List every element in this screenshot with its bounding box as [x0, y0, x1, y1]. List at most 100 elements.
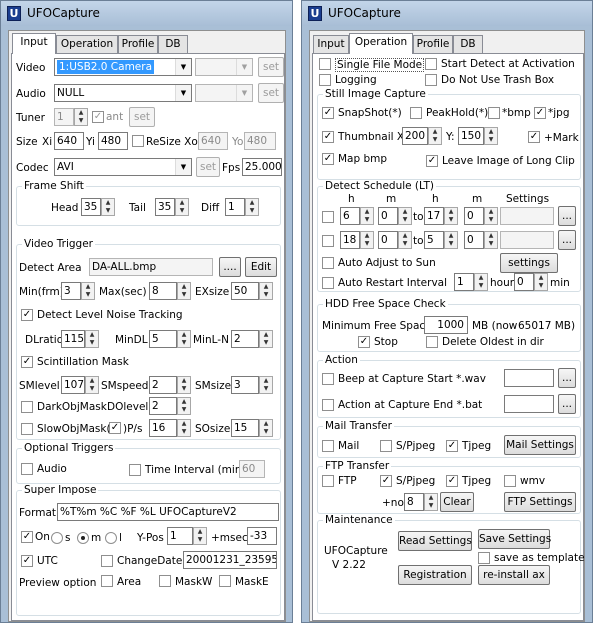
- format-input[interactable]: %T%m %C %F %L UFOCaptureV2: [57, 503, 279, 521]
- ftp-no-spinner[interactable]: ▲ ▼: [424, 493, 438, 511]
- row1-end-min[interactable]: 0: [464, 207, 484, 225]
- restart-min-input[interactable]: 0: [514, 273, 534, 291]
- auto-restart-checkbox[interactable]: [322, 277, 334, 289]
- dlratio-spinner[interactable]: ▲ ▼: [85, 330, 99, 348]
- changedate-checkbox[interactable]: [101, 555, 113, 567]
- smlevel-input[interactable]: 107: [61, 376, 85, 394]
- mail-spjpeg-checkbox[interactable]: [380, 440, 392, 452]
- mapbmp-checkbox[interactable]: ✓: [322, 153, 334, 165]
- row1-start-min[interactable]: 0: [378, 207, 398, 225]
- area-checkbox[interactable]: [101, 575, 113, 587]
- dlratio-input[interactable]: 115: [61, 330, 85, 348]
- row2-start-min[interactable]: 0: [378, 231, 398, 249]
- ftp-spjpeg-checkbox[interactable]: ✓: [380, 475, 392, 487]
- ftp-settings-button[interactable]: FTP Settings: [504, 492, 576, 512]
- read-settings-button[interactable]: Read Settings: [398, 531, 472, 551]
- thumb-x-spinner[interactable]: ▲ ▼: [428, 127, 442, 145]
- beep-checkbox[interactable]: [322, 373, 334, 385]
- ftp-clear-button[interactable]: Clear: [440, 492, 474, 512]
- delete-oldest-checkbox[interactable]: [426, 336, 438, 348]
- smsize-input[interactable]: 3: [231, 376, 259, 394]
- tab-profile[interactable]: Profile: [413, 35, 453, 54]
- row2-end-min[interactable]: 0: [464, 231, 484, 249]
- smsize-spinner[interactable]: ▲ ▼: [259, 376, 273, 394]
- schedule-settings-button[interactable]: settings: [500, 253, 558, 273]
- right-titlebar[interactable]: U UFOCapture: [302, 1, 592, 26]
- diff-spinner[interactable]: ▲ ▼: [245, 198, 259, 216]
- ftp-checkbox[interactable]: [322, 475, 334, 487]
- tail-input[interactable]: 35: [155, 198, 175, 216]
- row2-start-min-spinner[interactable]: ▲ ▼: [398, 231, 412, 249]
- action-end-file-input[interactable]: [504, 395, 554, 413]
- audio-device-select[interactable]: NULL ▼: [54, 84, 192, 102]
- tab-operation[interactable]: Operation: [56, 35, 118, 54]
- codec-select[interactable]: AVI ▼: [54, 158, 192, 176]
- no-trash-checkbox[interactable]: [425, 74, 437, 86]
- mail-settings-button[interactable]: Mail Settings: [504, 435, 576, 455]
- head-input[interactable]: 35: [81, 198, 101, 216]
- darkobj-checkbox[interactable]: [21, 401, 33, 413]
- on-checkbox[interactable]: ✓: [21, 531, 33, 543]
- max-sec-input[interactable]: 8: [149, 282, 177, 300]
- schedule-row2-checkbox[interactable]: [322, 235, 334, 247]
- radio-s[interactable]: [51, 532, 63, 544]
- row1-start-min-spinner[interactable]: ▲ ▼: [398, 207, 412, 225]
- tail-spinner[interactable]: ▲ ▼: [175, 198, 189, 216]
- row1-start-hour[interactable]: 6: [340, 207, 360, 225]
- exsize-spinner[interactable]: ▲ ▼: [259, 282, 273, 300]
- resize-checkbox[interactable]: [132, 135, 144, 147]
- sosize-spinner[interactable]: ▲ ▼: [259, 419, 273, 437]
- row1-end-hour-spinner[interactable]: ▲ ▼: [444, 207, 458, 225]
- tab-input[interactable]: Input: [12, 33, 56, 54]
- utc-checkbox[interactable]: ✓: [21, 555, 33, 567]
- thumb-x-input[interactable]: 200: [402, 127, 428, 145]
- ftp-wmv-checkbox[interactable]: [504, 475, 516, 487]
- max-sec-spinner[interactable]: ▲ ▼: [177, 282, 191, 300]
- restart-min-spinner[interactable]: ▲ ▼: [534, 273, 548, 291]
- row1-end-min-spinner[interactable]: ▲ ▼: [484, 207, 498, 225]
- audio-trigger-checkbox[interactable]: [21, 463, 33, 475]
- noise-tracking-checkbox[interactable]: ✓: [21, 309, 33, 321]
- action-end-checkbox[interactable]: [322, 399, 334, 411]
- fps-input[interactable]: 25.000: [242, 158, 282, 176]
- smspeed-spinner[interactable]: ▲ ▼: [177, 376, 191, 394]
- dolevel-spinner[interactable]: ▲ ▼: [177, 397, 191, 415]
- min-frm-input[interactable]: 3: [61, 282, 81, 300]
- slowobj-checkbox[interactable]: [21, 423, 33, 435]
- beep-file-input[interactable]: [504, 369, 554, 387]
- thumb-y-input[interactable]: 150: [458, 127, 484, 145]
- min-free-input[interactable]: 1000: [424, 316, 468, 334]
- row2-browse-button[interactable]: ...: [558, 230, 576, 250]
- schedule-row1-checkbox[interactable]: [322, 211, 334, 223]
- tab-db[interactable]: DB: [158, 35, 188, 54]
- reinstall-ax-button[interactable]: re-install ax: [478, 565, 550, 585]
- restart-hour-spinner[interactable]: ▲ ▼: [474, 273, 488, 291]
- radio-m[interactable]: [77, 532, 89, 544]
- start-detect-checkbox[interactable]: [425, 58, 437, 70]
- bmp-checkbox[interactable]: [488, 107, 500, 119]
- tab-operation[interactable]: Operation: [349, 33, 413, 54]
- maskw-checkbox[interactable]: [159, 575, 171, 587]
- mail-checkbox[interactable]: [322, 440, 334, 452]
- ps-input[interactable]: 16: [149, 419, 177, 437]
- head-spinner[interactable]: ▲ ▼: [101, 198, 115, 216]
- row2-start-hour-spinner[interactable]: ▲ ▼: [360, 231, 374, 249]
- left-titlebar[interactable]: U UFOCapture: [1, 1, 292, 26]
- thumbnail-checkbox[interactable]: ✓: [322, 131, 334, 143]
- mindl-input[interactable]: 5: [149, 330, 177, 348]
- ypos-spinner[interactable]: ▲ ▼: [193, 527, 207, 545]
- exsize-input[interactable]: 50: [231, 282, 259, 300]
- row2-end-min-spinner[interactable]: ▲ ▼: [484, 231, 498, 249]
- msec-input[interactable]: -33: [247, 527, 277, 545]
- logging-checkbox[interactable]: [319, 74, 331, 86]
- scintillation-checkbox[interactable]: ✓: [21, 356, 33, 368]
- jpg-checkbox[interactable]: ✓: [534, 107, 546, 119]
- snapshot-checkbox[interactable]: ✓: [322, 107, 334, 119]
- min-frm-spinner[interactable]: ▲ ▼: [81, 282, 95, 300]
- ps-spinner[interactable]: ▲ ▼: [177, 419, 191, 437]
- mail-tjpeg-checkbox[interactable]: ✓: [446, 440, 458, 452]
- ftp-tjpeg-checkbox[interactable]: ✓: [446, 475, 458, 487]
- smspeed-input[interactable]: 2: [149, 376, 177, 394]
- restart-hour-input[interactable]: 1: [454, 273, 474, 291]
- adjust-sun-checkbox[interactable]: [322, 257, 334, 269]
